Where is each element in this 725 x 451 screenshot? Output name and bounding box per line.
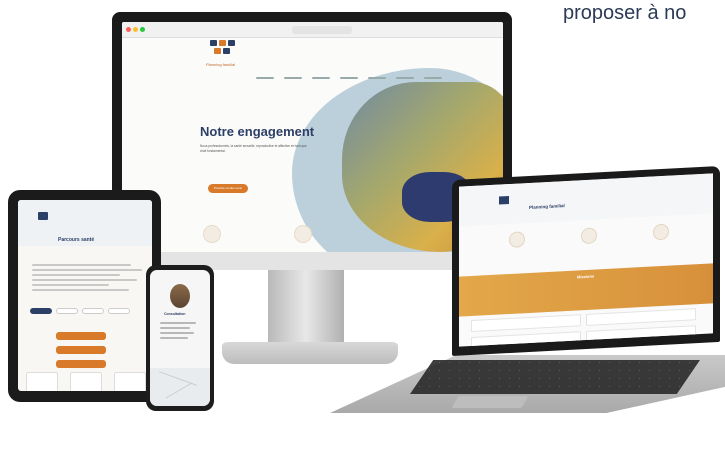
- card[interactable]: [471, 331, 581, 347]
- desktop-screen: Planning familial Notre engagement Nous …: [122, 22, 503, 252]
- trackpad: [451, 396, 529, 408]
- nav-link[interactable]: [368, 77, 386, 79]
- laptop-nav: [459, 173, 713, 227]
- body-text: [32, 264, 142, 294]
- nav-link[interactable]: [340, 77, 358, 79]
- card[interactable]: [471, 314, 581, 333]
- section-title: Missions: [577, 273, 595, 280]
- monitor-stand-neck: [268, 270, 344, 348]
- card[interactable]: [586, 325, 696, 343]
- close-icon[interactable]: [126, 27, 131, 32]
- info-row: [160, 332, 194, 334]
- logo-icon: [499, 196, 509, 205]
- feature-icons: [509, 223, 669, 249]
- card[interactable]: [586, 308, 696, 326]
- main-nav: [256, 77, 442, 79]
- icon-card[interactable]: [26, 372, 58, 391]
- info-row: [160, 327, 190, 329]
- info-row: [160, 322, 196, 324]
- profile-name: Consultation: [164, 312, 186, 316]
- service-icon[interactable]: [203, 225, 221, 243]
- info-row: [160, 337, 188, 339]
- action-button[interactable]: [56, 360, 106, 368]
- tablet-icon-row: [26, 372, 146, 391]
- logo-text: Planning familial: [206, 62, 236, 67]
- tablet-screen: Parcours santé: [18, 200, 152, 391]
- minimize-icon[interactable]: [133, 27, 138, 32]
- logo-icon: [210, 40, 238, 60]
- icon-card[interactable]: [70, 372, 102, 391]
- caption-text: proposer à no: [563, 2, 687, 24]
- nav-link[interactable]: [256, 77, 274, 79]
- avatar: [170, 284, 190, 308]
- filter-button[interactable]: [30, 308, 52, 314]
- filter-button[interactable]: [108, 308, 130, 314]
- phone-screen: Consultation: [150, 270, 210, 406]
- filter-button[interactable]: [56, 308, 78, 314]
- page-title: Parcours santé: [58, 237, 95, 243]
- hero-title: Notre engagement: [200, 124, 315, 139]
- browser-toolbar: [122, 22, 503, 38]
- keyboard: [410, 360, 700, 394]
- service-icon[interactable]: [294, 225, 312, 243]
- map-preview[interactable]: [150, 368, 210, 406]
- nav-link[interactable]: [312, 77, 330, 79]
- monitor-stand-base: [222, 342, 398, 364]
- maximize-icon[interactable]: [140, 27, 145, 32]
- tablet: Parcours santé: [8, 190, 161, 402]
- feature-icon[interactable]: [653, 223, 669, 241]
- nav-link[interactable]: [284, 77, 302, 79]
- address-bar[interactable]: [292, 26, 352, 34]
- nav-link[interactable]: [424, 77, 442, 79]
- cta-button[interactable]: Prendre rendez-vous: [208, 184, 248, 193]
- feature-icon[interactable]: [581, 227, 597, 245]
- laptop-screen: Planning familial Missions: [459, 173, 713, 347]
- action-button[interactable]: [56, 346, 106, 354]
- laptop: Planning familial Missions: [452, 165, 720, 356]
- feature-icon[interactable]: [509, 231, 525, 249]
- icon-card[interactable]: [114, 372, 146, 391]
- logo-icon: [38, 212, 48, 220]
- nav-link[interactable]: [396, 77, 414, 79]
- hero-subtitle: Nous professionnels, la santé sexuelle, …: [200, 144, 307, 153]
- filter-button[interactable]: [82, 308, 104, 314]
- phone: Consultation: [146, 265, 214, 411]
- action-button[interactable]: [56, 332, 106, 340]
